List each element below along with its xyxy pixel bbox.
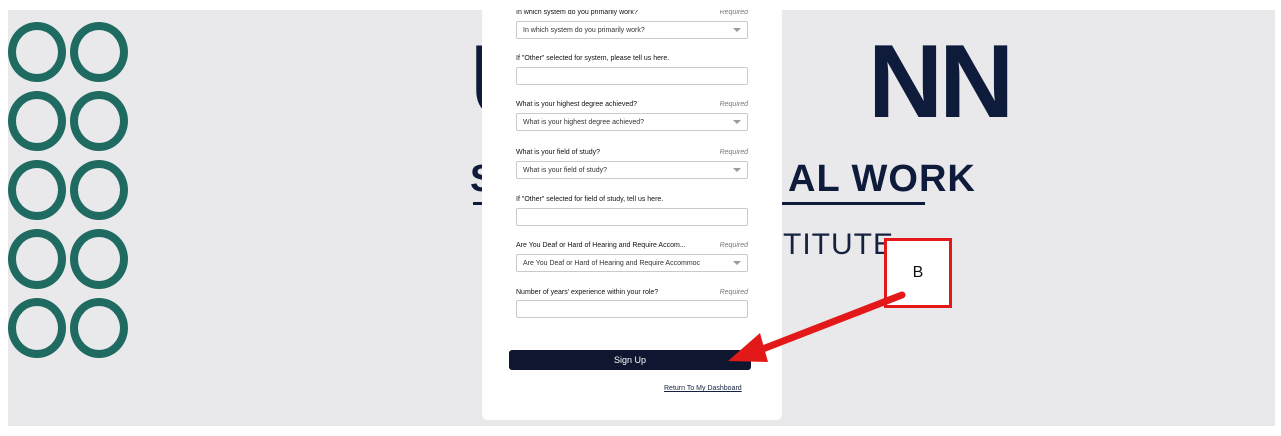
arrow-head bbox=[728, 333, 768, 362]
annotation-arrow bbox=[728, 291, 906, 362]
page-background: U NN S AL WORK TITUTE In which system do… bbox=[8, 10, 1275, 426]
arrow-shaft bbox=[756, 291, 906, 354]
